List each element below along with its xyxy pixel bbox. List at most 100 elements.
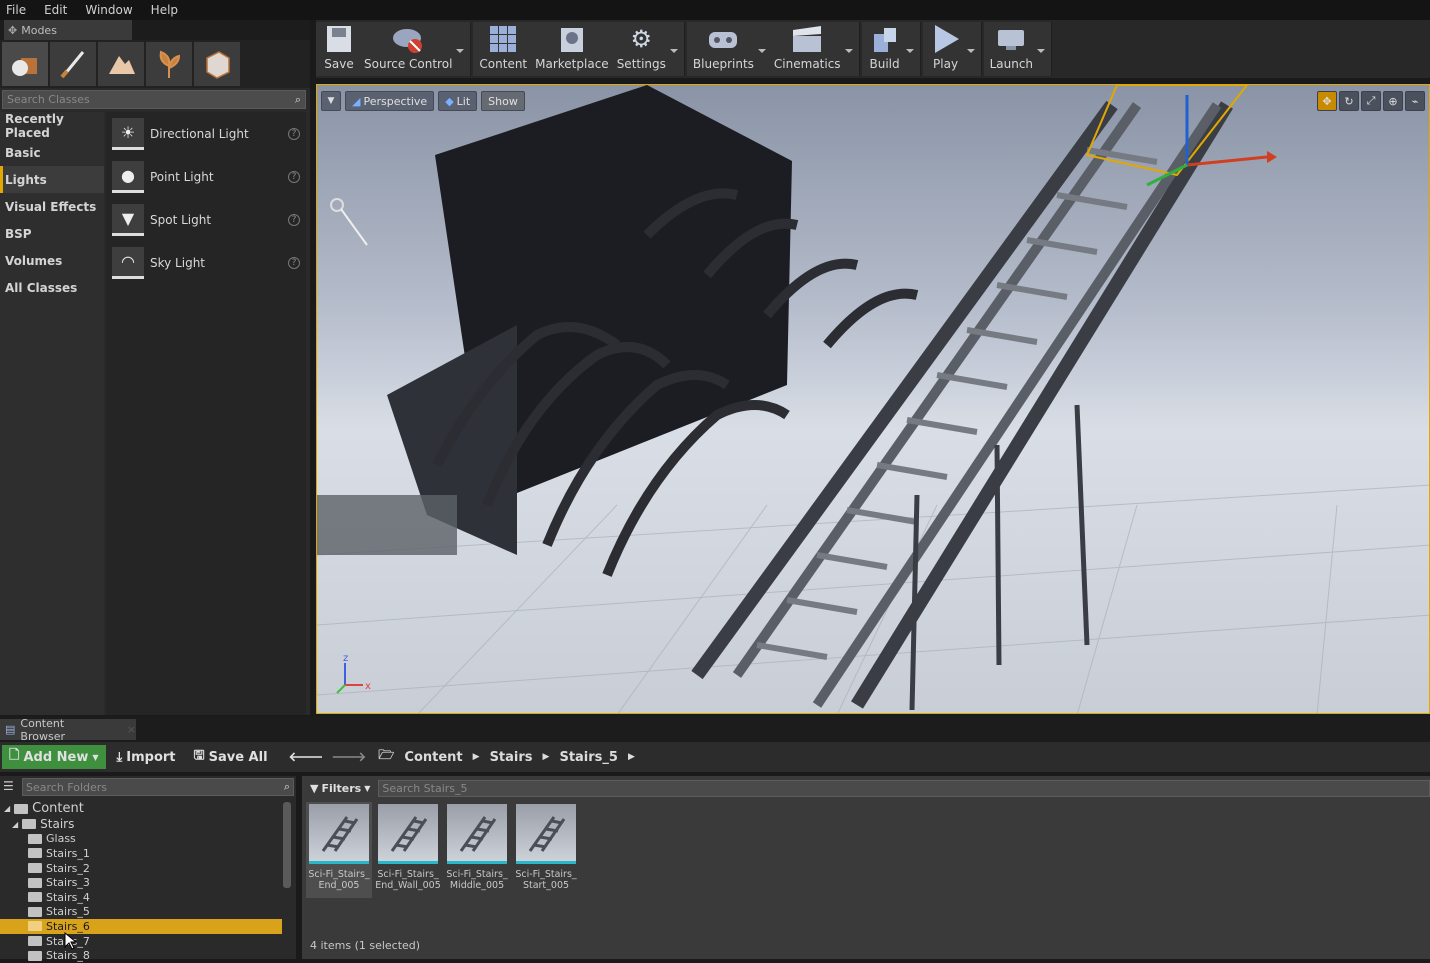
help-icon[interactable]: ? — [288, 256, 300, 269]
asset-label: Sci-Fi_Stairs_ End_005 — [308, 869, 370, 891]
search-folders-input[interactable]: Search Folders ⌕ — [22, 778, 294, 796]
breadcrumb-separator-icon[interactable]: ▶ — [473, 752, 480, 762]
item-directional-light[interactable]: ☀ Directional Light ? — [106, 112, 306, 155]
tree-scrollbar[interactable] — [283, 802, 291, 888]
launch-button[interactable]: Launch — [986, 22, 1049, 76]
menu-window[interactable]: Window — [85, 3, 132, 17]
expand-arrow-icon[interactable]: ◢ — [4, 804, 10, 813]
item-sky-light[interactable]: ◠ Sky Light ? — [106, 241, 306, 284]
asset-view-panel: ▼ Filters ▼ Search Stairs_5 Sci-Fi_Stair… — [302, 776, 1430, 959]
sources-toggle-icon[interactable]: ☰ — [3, 779, 14, 793]
category-visual-effects[interactable]: Visual Effects — [0, 193, 104, 220]
asset-tile[interactable]: Sci-Fi_Stairs_ Middle_005 — [444, 802, 510, 898]
place-mode-button[interactable] — [2, 42, 48, 86]
folder-icon — [28, 950, 42, 961]
tree-item-stairs-8[interactable]: Stairs_8 — [0, 948, 282, 963]
tree-item-stairs-3[interactable]: Stairs_3 — [0, 875, 282, 890]
category-all-classes[interactable]: All Classes — [0, 274, 104, 301]
tree-item-stairs-1[interactable]: Stairs_1 — [0, 846, 282, 861]
help-icon[interactable]: ? — [288, 213, 300, 226]
translate-tool-icon[interactable]: ✥ — [1317, 91, 1337, 111]
rotate-tool-icon[interactable]: ↻ — [1339, 91, 1359, 111]
content-browser-tab-label: Content Browser — [20, 716, 65, 743]
add-new-button[interactable]: 🗋 Add New ▼ — [2, 745, 106, 769]
surface-snap-icon[interactable]: ⌁ — [1405, 91, 1425, 111]
category-lights[interactable]: Lights — [0, 166, 104, 193]
category-volumes[interactable]: Volumes — [0, 247, 104, 274]
viewport-options-button[interactable]: ▼ — [321, 91, 341, 111]
play-button[interactable]: Play — [925, 22, 979, 76]
search-classes-input[interactable]: Search Classes ⌕ — [2, 90, 306, 109]
save-button[interactable]: Save — [318, 22, 360, 76]
source-control-button[interactable]: Source Control — [360, 22, 468, 76]
geometry-mode-button[interactable] — [194, 42, 240, 86]
modes-tab-strip: ✥ Modes — [0, 20, 310, 40]
item-point-light[interactable]: ● Point Light ? — [106, 155, 306, 198]
help-icon[interactable]: ? — [288, 170, 300, 183]
marketplace-button[interactable]: Marketplace — [531, 22, 613, 76]
asset-tile[interactable]: Sci-Fi_Stairs_ End_Wall_005 — [375, 802, 441, 898]
directional-light-icon: ☀ — [112, 117, 144, 150]
tree-item-stairs-4[interactable]: Stairs_4 — [0, 890, 282, 905]
back-button[interactable]: 🡐 — [279, 745, 326, 769]
save-all-button[interactable]: 🖫 Save All — [187, 745, 275, 769]
blueprints-button[interactable]: Blueprints — [689, 22, 770, 76]
landscape-icon — [109, 56, 135, 74]
menu-help[interactable]: Help — [151, 3, 178, 17]
breadcrumb-content[interactable]: Content — [404, 750, 462, 765]
foliage-mode-button[interactable] — [146, 42, 192, 86]
expand-arrow-icon[interactable]: ◢ — [12, 820, 18, 829]
breadcrumb-stairs-5[interactable]: Stairs_5 — [559, 750, 618, 765]
modes-tab[interactable]: ✥ Modes — [4, 20, 132, 40]
level-viewport[interactable]: z x ▼ ◢ Perspective ◆ Lit Show ✥ ↻ ⤢ ⊕ ⌁ — [316, 84, 1430, 714]
tree-item-content[interactable]: ◢ Content — [0, 800, 282, 817]
menu-edit[interactable]: Edit — [44, 3, 67, 17]
search-assets-input[interactable]: Search Stairs_5 — [378, 779, 1430, 797]
cinematics-button[interactable]: Cinematics — [770, 22, 857, 76]
tree-item-stairs-7[interactable]: Stairs_7 — [0, 934, 282, 949]
forward-button[interactable]: 🡒 — [329, 745, 368, 769]
tree-item-stairs-5[interactable]: Stairs_5 — [0, 905, 282, 920]
help-icon[interactable]: ? — [288, 127, 300, 140]
content-browser-tab[interactable]: ▤ Content Browser × — [0, 716, 136, 743]
close-icon[interactable]: × — [127, 723, 136, 736]
item-spot-light[interactable]: ▼ Spot Light ? — [106, 198, 306, 241]
breadcrumb-separator-icon[interactable]: ▶ — [543, 752, 550, 762]
toolbar-group: Blueprints Cinematics — [686, 22, 860, 76]
breadcrumb-stairs[interactable]: Stairs — [490, 750, 533, 765]
tree-item-glass[interactable]: Glass — [0, 832, 282, 847]
world-local-icon[interactable]: ⊕ — [1383, 91, 1403, 111]
category-basic[interactable]: Basic — [0, 139, 104, 166]
mouse-cursor-icon — [64, 932, 78, 950]
landscape-mode-button[interactable] — [98, 42, 144, 86]
build-button[interactable]: Build — [864, 22, 918, 76]
tree-item-label: Stairs_1 — [46, 846, 90, 860]
cinematics-label: Cinematics — [773, 57, 841, 71]
settings-icon: ⚙ — [630, 24, 653, 53]
asset-tile[interactable]: Sci-Fi_Stairs_ End_005 — [306, 802, 372, 898]
filters-row: ▼ Filters ▼ Search Stairs_5 — [302, 778, 1430, 798]
viewport-toolbar: ◢ Perspective ◆ Lit Show — [345, 91, 525, 111]
tree-item-stairs-2[interactable]: Stairs_2 — [0, 861, 282, 876]
tree-item-stairs[interactable]: ◢ Stairs — [0, 817, 282, 832]
category-recently-placed[interactable]: Recently Placed — [0, 112, 104, 140]
asset-tile[interactable]: Sci-Fi_Stairs_ Start_005 — [513, 802, 579, 898]
tree-item-stairs-6[interactable]: Stairs_6 — [0, 919, 282, 934]
category-bsp[interactable]: BSP — [0, 220, 104, 247]
show-button[interactable]: Show — [481, 91, 525, 111]
settings-button[interactable]: ⚙ Settings — [613, 22, 682, 76]
menu-file[interactable]: File — [6, 3, 26, 17]
content-browser-toolbar: 🗋 Add New ▼ ⤓ Import 🖫 Save All 🡐 🡒 🗁 Co… — [0, 742, 1430, 772]
perspective-button[interactable]: ◢ Perspective — [345, 91, 435, 111]
filter-icon: ▼ — [310, 781, 319, 795]
content-button[interactable]: Content — [475, 22, 531, 76]
import-button[interactable]: ⤓ Import — [110, 745, 183, 769]
filters-button[interactable]: ▼ Filters ▼ — [306, 782, 374, 795]
category-list: Recently Placed Basic Lights Visual Effe… — [0, 112, 104, 715]
breadcrumb-separator-icon[interactable]: ▶ — [628, 752, 635, 762]
paint-brush-icon — [60, 51, 85, 79]
paint-mode-button[interactable] — [50, 42, 96, 86]
scale-tool-icon[interactable]: ⤢ — [1361, 91, 1381, 111]
lit-button[interactable]: ◆ Lit — [438, 91, 478, 111]
tree-item-label: Stairs_2 — [46, 861, 90, 875]
